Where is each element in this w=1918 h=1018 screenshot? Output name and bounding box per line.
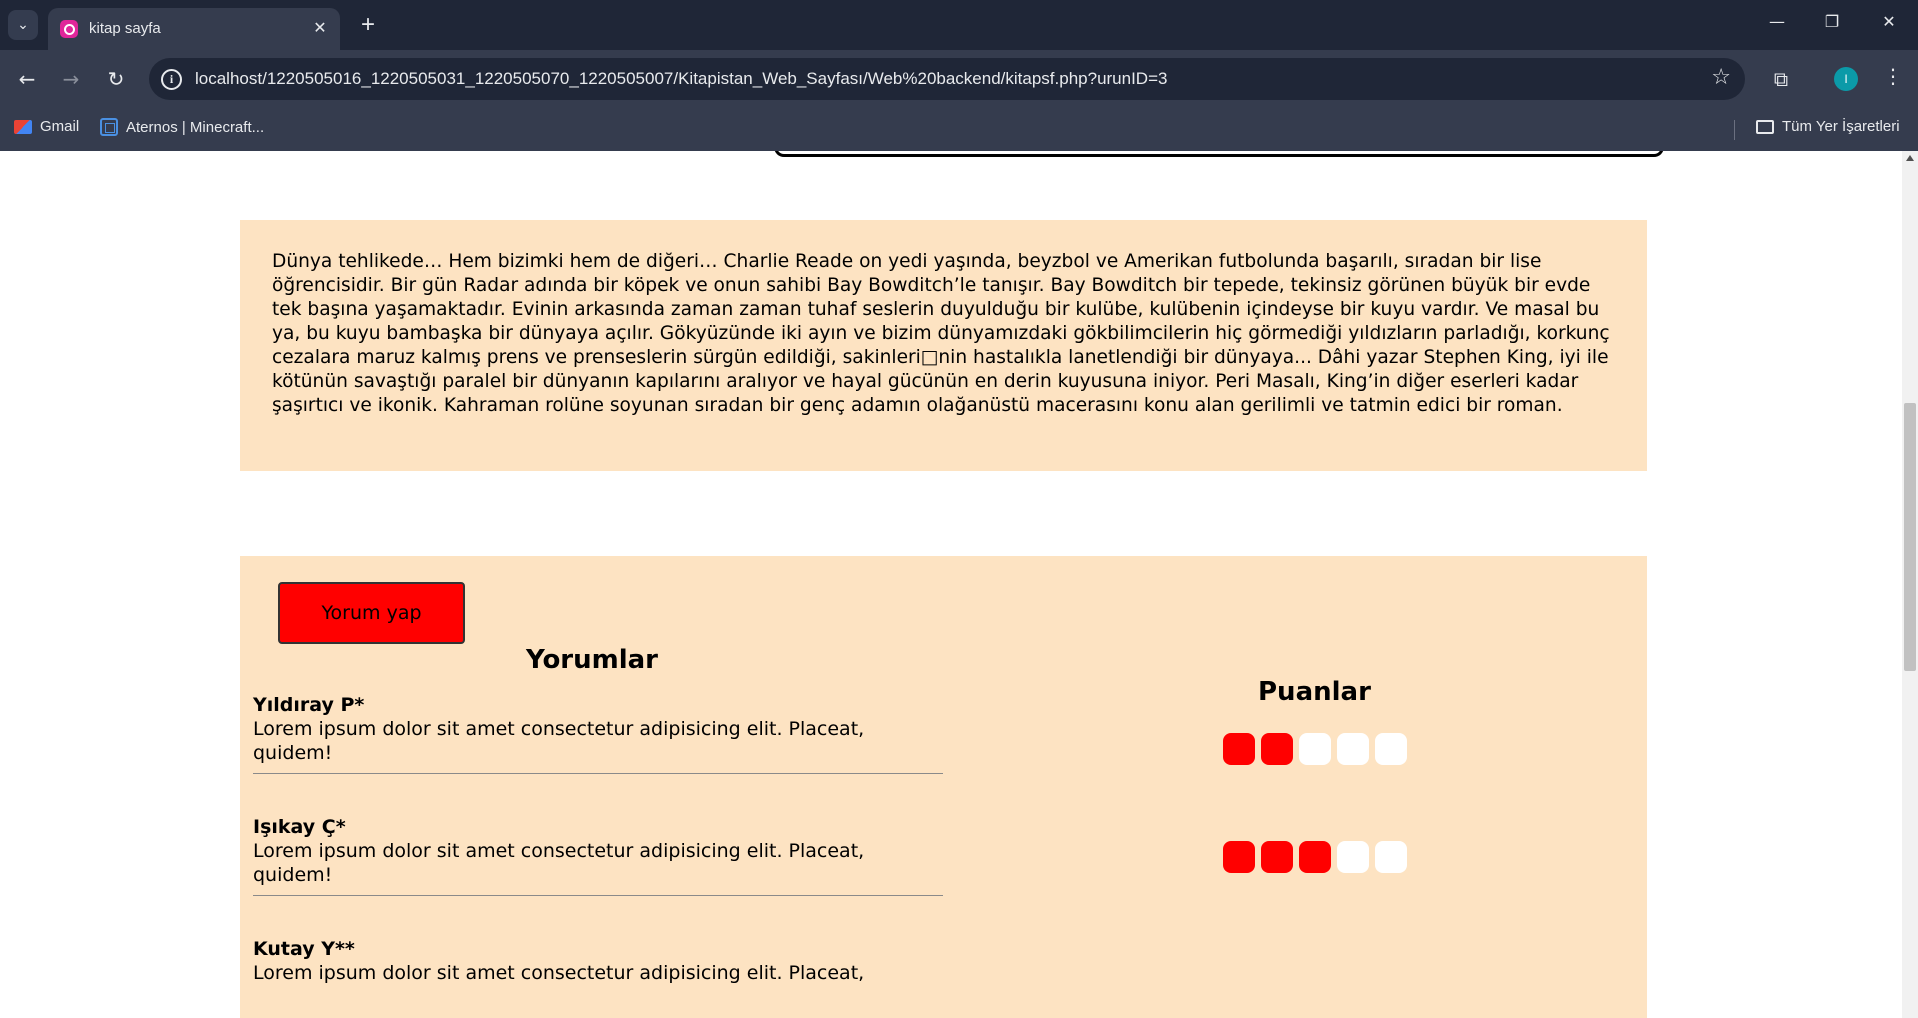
aternos-icon bbox=[100, 118, 118, 136]
comment-divider bbox=[253, 895, 943, 896]
tab-close-icon[interactable]: ✕ bbox=[310, 18, 330, 37]
comment-item: Kutay Y** Lorem ipsum dolor sit amet con… bbox=[253, 937, 943, 985]
rating-dot-empty bbox=[1375, 841, 1407, 873]
bookmark-label: Aternos | Minecraft... bbox=[126, 118, 265, 136]
bookmark-star-icon[interactable]: ☆ bbox=[1711, 65, 1731, 90]
rating-dot-filled bbox=[1223, 841, 1255, 873]
rating-dot-filled bbox=[1299, 841, 1331, 873]
rating-dot-filled bbox=[1223, 733, 1255, 765]
all-bookmarks-label: Tüm Yer İşaretleri bbox=[1782, 118, 1900, 135]
window-close-icon[interactable]: ✕ bbox=[1874, 12, 1904, 31]
reviews-panel: Yorum yap Yorumlar Puanlar Yıldıray P* L… bbox=[240, 556, 1647, 1018]
search-box-bottom-edge bbox=[774, 151, 1664, 157]
page-viewport: Dünya tehlikede… Hem bizimki hem de diğe… bbox=[0, 151, 1902, 1018]
rating-dot-filled bbox=[1261, 841, 1293, 873]
comment-text: Lorem ipsum dolor sit amet consectetur a… bbox=[253, 718, 865, 764]
bookmark-gmail[interactable]: Gmail bbox=[14, 118, 79, 135]
folder-icon bbox=[1756, 119, 1774, 134]
comment-author: Yıldıray P* bbox=[253, 694, 365, 716]
comments-title: Yorumlar bbox=[526, 645, 659, 675]
rating-dot-empty bbox=[1375, 733, 1407, 765]
comment-author: Kutay Y** bbox=[253, 938, 355, 960]
browser-menu-icon[interactable]: ⋮ bbox=[1878, 64, 1908, 88]
bookmark-label: Gmail bbox=[40, 118, 80, 135]
bookmarks-divider bbox=[1734, 120, 1735, 140]
reload-icon[interactable]: ↻ bbox=[101, 64, 131, 94]
rating-dots bbox=[1223, 733, 1407, 765]
book-description-text: Dünya tehlikede… Hem bizimki hem de diğe… bbox=[272, 251, 1610, 416]
address-bar[interactable]: i localhost/1220505016_1220505031_122050… bbox=[149, 58, 1745, 100]
bookmark-aternos[interactable]: Aternos | Minecraft... bbox=[100, 118, 264, 136]
tab-strip: ⌄ kitap sayfa ✕ + — ❐ ✕ bbox=[0, 0, 1918, 50]
site-favicon-icon bbox=[60, 20, 78, 38]
bookmarks-bar: Gmail Aternos | Minecraft... Tüm Yer İşa… bbox=[0, 108, 1918, 151]
browser-toolbar: ← → ↻ i localhost/1220505016_1220505031_… bbox=[0, 50, 1918, 108]
page-scrollbar[interactable] bbox=[1902, 151, 1918, 1018]
comment-text: Lorem ipsum dolor sit amet consectetur a… bbox=[253, 962, 865, 984]
ratings-title: Puanlar bbox=[1258, 677, 1371, 707]
minimize-icon[interactable]: — bbox=[1762, 12, 1792, 31]
book-description-panel: Dünya tehlikede… Hem bizimki hem de diğe… bbox=[240, 220, 1647, 471]
forward-arrow-icon[interactable]: → bbox=[56, 64, 86, 94]
back-arrow-icon[interactable]: ← bbox=[12, 64, 42, 94]
active-tab[interactable]: kitap sayfa ✕ bbox=[48, 8, 340, 50]
profile-avatar[interactable]: I bbox=[1834, 67, 1858, 91]
rating-dot-empty bbox=[1337, 841, 1369, 873]
scroll-up-arrow-icon[interactable] bbox=[1906, 155, 1914, 161]
new-tab-plus-icon[interactable]: + bbox=[353, 10, 383, 40]
rating-dot-empty bbox=[1299, 733, 1331, 765]
write-comment-button[interactable]: Yorum yap bbox=[278, 582, 465, 644]
scrollbar-thumb[interactable] bbox=[1904, 403, 1916, 671]
site-info-icon[interactable]: i bbox=[161, 69, 182, 90]
comment-author: Işıkay Ç* bbox=[253, 816, 346, 838]
all-bookmarks-folder[interactable]: Tüm Yer İşaretleri bbox=[1756, 118, 1900, 135]
comment-text: Lorem ipsum dolor sit amet consectetur a… bbox=[253, 840, 865, 886]
tab-title: kitap sayfa bbox=[89, 20, 161, 37]
rating-dot-filled bbox=[1261, 733, 1293, 765]
rating-dot-empty bbox=[1337, 733, 1369, 765]
tab-search-chevron-icon[interactable]: ⌄ bbox=[8, 10, 38, 40]
rating-dots bbox=[1223, 841, 1407, 873]
comment-divider bbox=[253, 773, 943, 774]
url-text[interactable]: localhost/1220505016_1220505031_12205050… bbox=[195, 69, 1167, 89]
restore-icon[interactable]: ❐ bbox=[1817, 12, 1847, 31]
comment-item: Yıldıray P* Lorem ipsum dolor sit amet c… bbox=[253, 693, 943, 765]
gmail-icon bbox=[14, 119, 32, 134]
comment-item: Işıkay Ç* Lorem ipsum dolor sit amet con… bbox=[253, 815, 943, 887]
extensions-puzzle-icon[interactable]: ⧉ bbox=[1766, 64, 1796, 94]
